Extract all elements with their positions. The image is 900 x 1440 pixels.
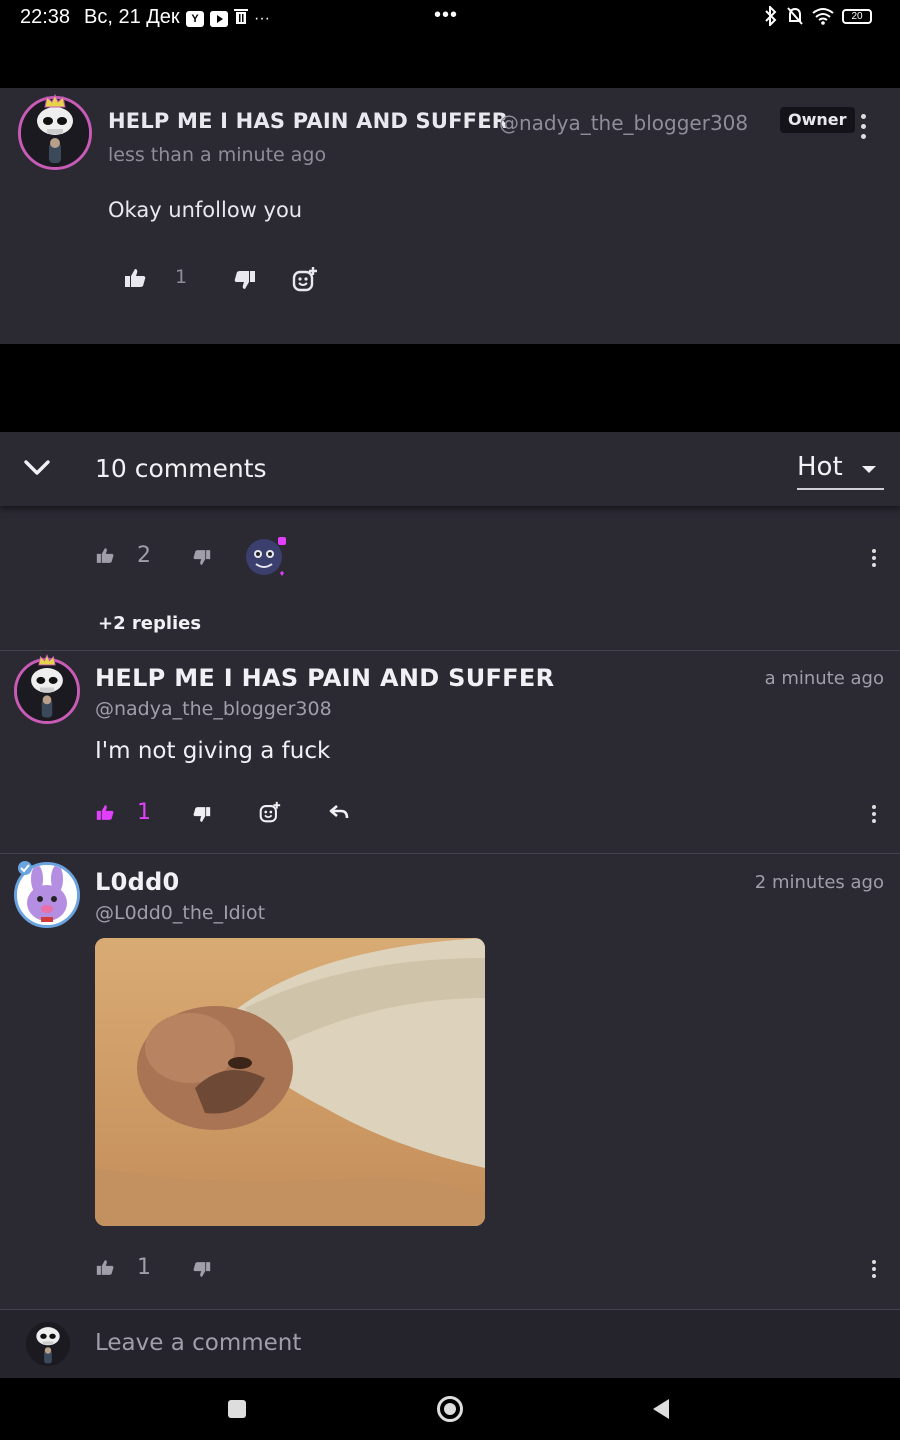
owner-badge: Owner — [780, 107, 855, 133]
comments-count: 10 comments — [95, 454, 267, 483]
comment-timestamp: 2 minutes ago — [754, 872, 884, 893]
bell-muted-icon — [787, 7, 803, 25]
sort-selected-label: Hot — [797, 452, 843, 482]
comment-body: I'm not giving a fuck — [95, 738, 331, 764]
crown-icon — [44, 94, 66, 108]
view-replies-link[interactable]: +2 replies — [98, 613, 201, 634]
dislike-thumbs-down-icon[interactable] — [193, 549, 211, 566]
crown-icon — [38, 654, 56, 666]
comment-author-handle[interactable]: @L0dd0_the_Idiot — [95, 902, 265, 924]
avatar-ring — [14, 658, 80, 724]
home-button[interactable] — [437, 1396, 463, 1422]
recents-button[interactable] — [228, 1400, 246, 1418]
trash-icon — [234, 8, 248, 29]
dislike-thumbs-down-icon[interactable] — [193, 1261, 211, 1278]
comment-author-name[interactable]: HELP ME I HAS PAIN AND SUFFER — [95, 664, 554, 692]
dropdown-arrow-icon — [862, 466, 876, 473]
skull-avatar-icon — [17, 661, 77, 721]
bluetooth-icon — [765, 6, 777, 26]
skull-avatar-icon — [26, 1322, 70, 1366]
like-thumbs-up-icon[interactable] — [96, 547, 114, 564]
status-time: 22:38 — [20, 6, 71, 28]
comment-more-options-icon[interactable] — [869, 805, 879, 823]
home-icon-dot — [444, 1403, 456, 1415]
system-nav-bar — [0, 1378, 900, 1440]
skull-avatar-icon — [21, 99, 89, 167]
battery-icon: 20 — [842, 8, 872, 24]
add-reaction-icon[interactable] — [259, 801, 281, 823]
more-notifications-icon: ··· — [254, 9, 270, 27]
pinned-like-count: 1 — [175, 266, 188, 288]
like-thumbs-up-icon[interactable] — [96, 1259, 114, 1276]
reaction-sticker-icon[interactable] — [244, 535, 290, 579]
current-user-avatar — [26, 1322, 70, 1366]
status-date: Вс, 21 Дек — [84, 6, 180, 28]
comment-divider — [0, 853, 900, 854]
comment-timestamp: a minute ago — [764, 668, 884, 689]
dislike-thumbs-down-icon[interactable] — [193, 806, 211, 823]
notification-icons: Y ··· — [186, 8, 270, 29]
comment-author-handle[interactable]: @nadya_the_blogger308 — [95, 698, 332, 720]
youtube-icon — [210, 10, 228, 27]
pinned-author-name[interactable]: HELP ME I HAS PAIN AND SUFFER — [108, 109, 508, 133]
pinned-more-options-icon[interactable] — [858, 114, 868, 139]
comment-input-bar[interactable]: Leave a comment — [0, 1310, 900, 1378]
like-thumbs-up-icon[interactable] — [124, 268, 146, 288]
comment-divider — [0, 650, 900, 651]
app-y-icon: Y — [186, 10, 204, 27]
like-thumbs-up-icon[interactable] — [96, 804, 114, 821]
comment-more-options-icon[interactable] — [869, 1260, 879, 1278]
status-bar: 22:38 Вс, 21 Дек Y ··· ••• 20 — [0, 0, 900, 36]
dislike-thumbs-down-icon[interactable] — [234, 270, 256, 290]
reply-icon[interactable] — [329, 804, 349, 820]
comments-header: 10 comments Hot — [0, 432, 900, 506]
pinned-comment-body: Okay unfollow you — [108, 198, 303, 222]
badge-icon — [18, 861, 32, 875]
comment-author-name[interactable]: L0dd0 — [95, 868, 180, 896]
sort-dropdown[interactable]: Hot — [797, 452, 884, 490]
gif-image — [95, 938, 485, 1226]
add-reaction-icon[interactable] — [292, 266, 318, 292]
collapse-chevron-icon[interactable] — [22, 456, 52, 480]
comment-like-count: 1 — [137, 800, 151, 825]
comment-like-count: 1 — [137, 1255, 151, 1280]
pinned-author-handle[interactable]: @nadya_the_blogger308 — [499, 111, 748, 135]
avatar[interactable] — [14, 658, 80, 724]
wifi-icon — [812, 8, 834, 25]
back-button[interactable] — [651, 1398, 671, 1420]
pinned-timestamp: less than a minute ago — [108, 144, 327, 166]
comment-like-count: 2 — [137, 543, 151, 568]
comment-more-options-icon[interactable] — [869, 549, 879, 567]
comment-gif-image[interactable] — [95, 938, 485, 1226]
comments-panel: 10 comments Hot 2 +2 replies HELP ME I H… — [0, 432, 900, 1378]
center-dots-icon: ••• — [434, 4, 459, 26]
system-icons: 20 — [764, 6, 872, 26]
comment-input-placeholder[interactable]: Leave a comment — [95, 1330, 301, 1356]
